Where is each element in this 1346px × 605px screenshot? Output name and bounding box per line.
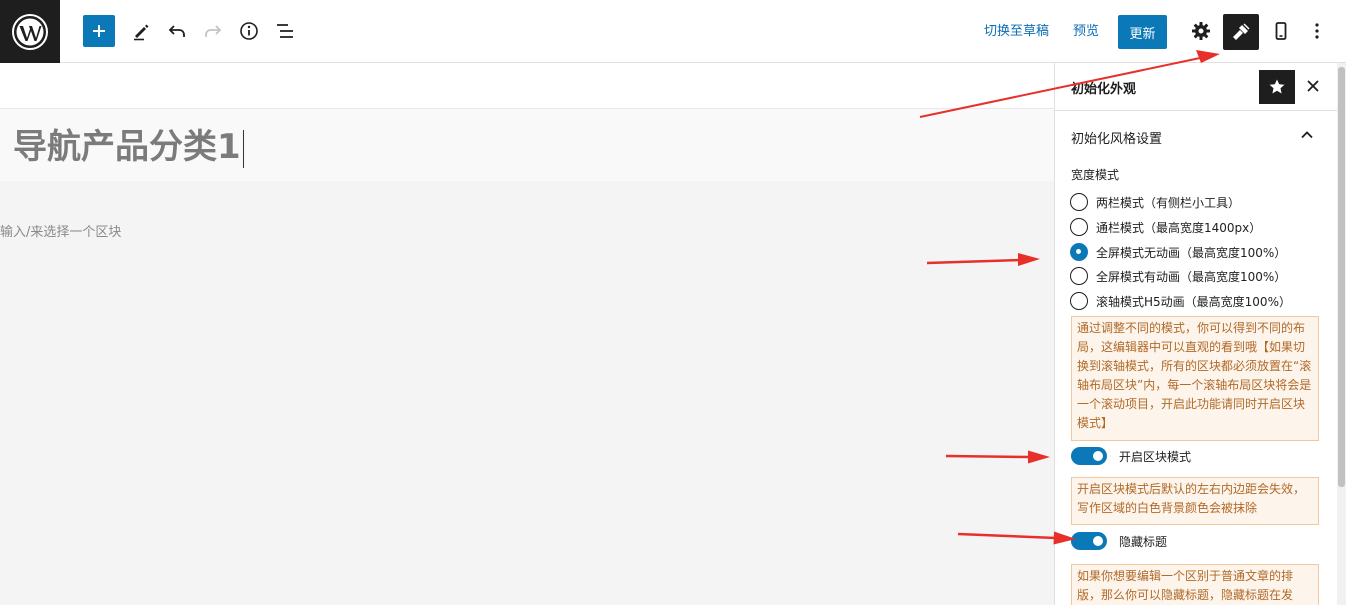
list-view-button[interactable] (269, 15, 301, 47)
toggle-hide-title[interactable]: 隐藏标题 (1071, 531, 1167, 551)
radio-option-fullscreen-animation[interactable]: 全屏模式有动画（最高宽度100%） (1070, 265, 1286, 287)
post-title[interactable]: 导航产品分类1 (13, 127, 244, 168)
radio-label: 通栏模式（最高宽度1400px） (1096, 220, 1262, 235)
radio-label: 全屏模式无动画（最高宽度100%） (1096, 245, 1287, 260)
settings-button[interactable] (1185, 15, 1217, 47)
brush-icon (1233, 23, 1250, 40)
sidebar-header: 初始化外观 (1055, 63, 1346, 111)
radio-button[interactable] (1070, 292, 1088, 310)
more-options-button[interactable] (1301, 15, 1333, 47)
toggle-block-mode[interactable]: 开启区块模式 (1071, 446, 1191, 466)
radio-option-two-column[interactable]: 两栏模式（有侧栏小工具） (1070, 191, 1240, 213)
star-icon (1269, 79, 1285, 94)
wordpress-logo-icon[interactable] (0, 0, 60, 63)
mobile-preview-button[interactable] (1265, 15, 1297, 47)
toggle-label: 开启区块模式 (1119, 449, 1192, 464)
update-button[interactable]: 更新 (1118, 15, 1167, 49)
radio-label: 全屏模式有动画（最高宽度100%） (1096, 269, 1287, 284)
more-vertical-icon (1315, 23, 1319, 39)
radio-option-full-width[interactable]: 通栏模式（最高宽度1400px） (1070, 216, 1261, 238)
close-sidebar-button[interactable] (1303, 76, 1323, 96)
settings-sidebar: 初始化外观 初始化风格设置 宽度模式 两栏模式（有侧栏小工具） 通栏模式（最高宽… (1054, 63, 1346, 605)
list-view-icon (277, 24, 293, 38)
gear-icon (1192, 22, 1210, 40)
add-block-button[interactable] (83, 15, 115, 47)
switch-to-draft-button[interactable]: 切换至草稿 (984, 24, 1049, 40)
pencil-icon (134, 24, 149, 41)
tools-button[interactable] (125, 15, 157, 47)
theme-style-button[interactable] (1223, 14, 1259, 50)
text-caret (242, 129, 244, 168)
scrollbar-thumb[interactable] (1338, 67, 1345, 487)
chevron-up-icon (1301, 131, 1313, 139)
toggle-switch[interactable] (1071, 447, 1107, 465)
details-button[interactable] (233, 15, 265, 47)
block-placeholder[interactable]: 输入/来选择一个区块 (0, 221, 121, 240)
plus-icon (93, 25, 105, 37)
preview-button[interactable]: 预览 (1073, 24, 1099, 40)
radio-label: 滚轴模式H5动画（最高宽度100%） (1096, 294, 1291, 309)
radio-button[interactable] (1070, 267, 1088, 285)
width-mode-notice: 通过调整不同的模式，你可以得到不同的布局，这编辑器中可以直观的看到哦【如果切换到… (1071, 316, 1319, 441)
editor-top-strip (0, 63, 1054, 109)
title-area[interactable]: 导航产品分类1 (0, 109, 1054, 181)
undo-icon (168, 25, 185, 37)
info-icon (240, 22, 258, 40)
redo-button[interactable] (197, 15, 229, 47)
editor-header: 切换至草稿 预览 更新 (0, 0, 1346, 63)
sidebar-scrollbar[interactable] (1337, 63, 1346, 605)
mobile-icon (1275, 22, 1287, 40)
panel-toggle[interactable]: 初始化风格设置 (1055, 111, 1337, 159)
pin-button[interactable] (1259, 70, 1295, 104)
post-title-text[interactable]: 导航产品分类1 (13, 127, 241, 167)
radio-button[interactable] (1070, 193, 1088, 211)
close-icon (1307, 80, 1319, 92)
radio-label: 两栏模式（有侧栏小工具） (1096, 195, 1241, 210)
radio-option-scroll-h5[interactable]: 滚轴模式H5动画（最高宽度100%） (1070, 290, 1291, 312)
sidebar-title: 初始化外观 (1071, 82, 1137, 97)
radio-button-checked[interactable] (1070, 243, 1088, 261)
hide-title-notice: 如果你想要编辑一个区别于普通文章的排版，那么你可以隐藏标题，隐藏标题在发 (1071, 564, 1319, 605)
toggle-label: 隐藏标题 (1119, 534, 1168, 549)
radio-option-fullscreen-no-animation[interactable]: 全屏模式无动画（最高宽度100%） (1070, 241, 1286, 263)
undo-button[interactable] (161, 15, 193, 47)
panel-title: 初始化风格设置 (1071, 132, 1163, 147)
block-mode-notice: 开启区块模式后默认的左右内边距会失效，写作区域的白色背景颜色会被抹除 (1071, 477, 1319, 525)
width-mode-label: 宽度模式 (1071, 168, 1120, 182)
redo-icon (205, 25, 222, 37)
radio-button[interactable] (1070, 218, 1088, 236)
editor-canvas[interactable]: 导航产品分类1 输入/来选择一个区块 (0, 63, 1054, 605)
toggle-switch[interactable] (1071, 532, 1107, 550)
